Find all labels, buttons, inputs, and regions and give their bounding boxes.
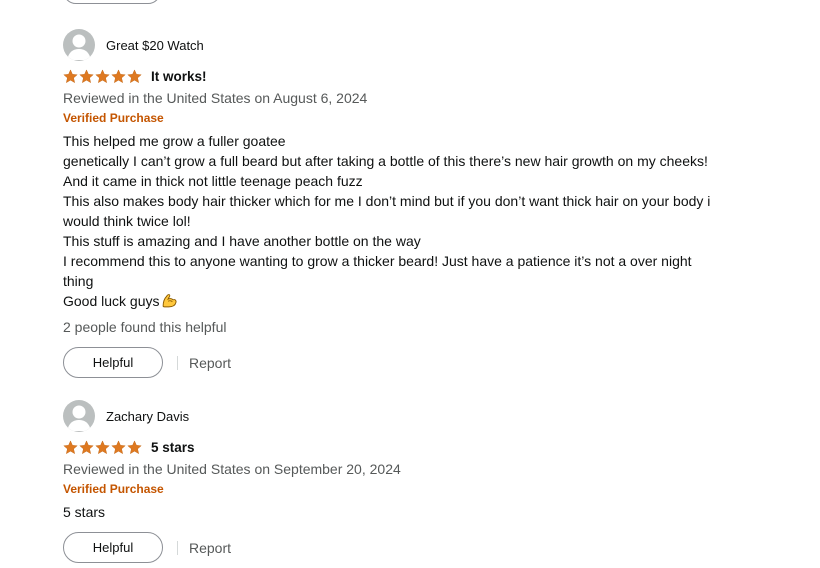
review-title[interactable]: It works! <box>151 69 207 84</box>
review-body-line-text: Good luck guys <box>63 293 160 309</box>
star-icon <box>111 439 126 454</box>
reviewer-name: Zachary Davis <box>106 408 190 424</box>
review-date: Reviewed in the United States on Septemb… <box>63 461 401 477</box>
reviewer-profile[interactable]: Great $20 Watch <box>63 29 803 61</box>
star-icon <box>127 439 142 454</box>
review-title[interactable]: 5 stars <box>151 440 195 455</box>
review-body-line: 5 stars <box>63 504 106 520</box>
star-icon <box>79 439 94 454</box>
avatar-icon <box>63 400 95 432</box>
star-icon <box>111 68 126 83</box>
star-icon <box>63 439 78 454</box>
review-body-line: This also makes body hair thicker which … <box>63 193 711 209</box>
divider <box>177 540 178 555</box>
divider <box>177 355 178 370</box>
report-link[interactable]: Report <box>189 355 231 371</box>
review-date: Reviewed in the United States on August … <box>63 90 368 106</box>
verified-purchase-badge: Verified Purchase <box>63 111 164 125</box>
star-icon <box>127 68 142 83</box>
star-icon <box>95 68 110 83</box>
review-2: Zachary Davis 5 stars Reviewed in the Un… <box>63 400 803 563</box>
review-body-line: This stuff is amazing and I have another… <box>63 233 421 249</box>
review-body-line: genetically I can’t grow a full beard bu… <box>63 153 708 169</box>
review-body-line: This helped me grow a fuller goatee <box>63 133 286 149</box>
star-icon <box>79 68 94 83</box>
avatar-icon <box>63 29 95 61</box>
review-body-line-last: Good luck guys <box>63 291 803 311</box>
helpful-button[interactable]: Helpful <box>63 347 163 378</box>
star-icon <box>95 439 110 454</box>
previous-helpful-button[interactable] <box>63 0 161 4</box>
verified-purchase-badge: Verified Purchase <box>63 482 164 496</box>
report-link[interactable]: Report <box>189 540 231 556</box>
review-body-line: thing <box>63 273 94 289</box>
review-body: This helped me grow a fuller goatee gene… <box>63 131 803 311</box>
review-body-line: would think twice lol! <box>63 213 191 229</box>
helpful-button[interactable]: Helpful <box>63 532 163 563</box>
star-icon <box>63 68 78 83</box>
flexed-biceps-icon <box>162 294 177 308</box>
reviewer-name: Great $20 Watch <box>106 37 204 53</box>
review-body-line: And it came in thick not little teenage … <box>63 173 363 189</box>
review-1: Great $20 Watch It works! Reviewed in th… <box>63 29 803 378</box>
star-rating[interactable] <box>63 439 142 455</box>
reviewer-profile[interactable]: Zachary Davis <box>63 400 803 432</box>
star-rating[interactable] <box>63 68 142 84</box>
review-body-line: I recommend this to anyone wanting to gr… <box>63 253 692 269</box>
helpful-count: 2 people found this helpful <box>63 319 227 335</box>
review-body: 5 stars <box>63 502 803 522</box>
